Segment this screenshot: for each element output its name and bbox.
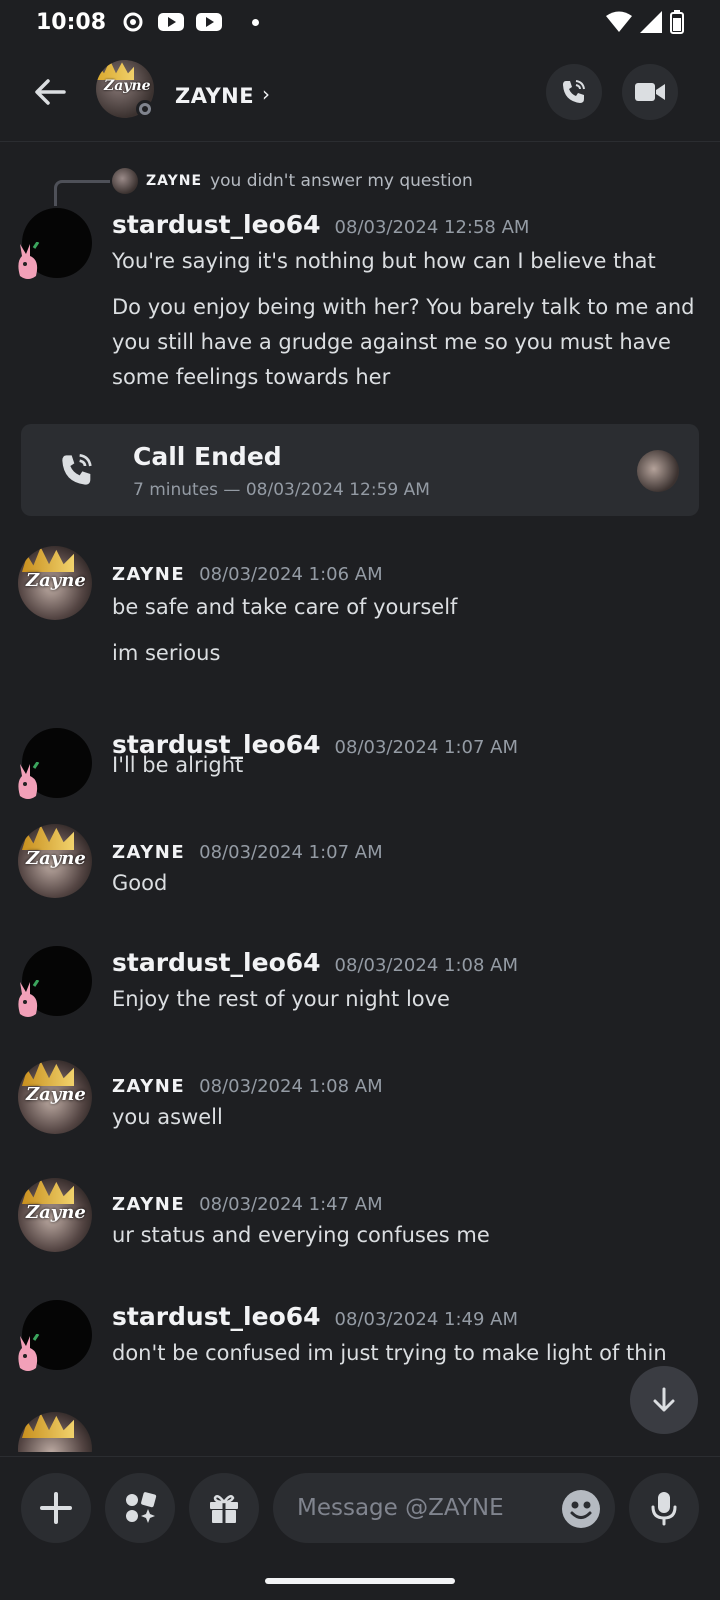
reply-author: ZAYNE [146, 173, 203, 189]
apps-icon [126, 1492, 157, 1523]
call-ended-card[interactable]: Call Ended 7 minutes — 08/03/2024 12:59 … [21, 424, 699, 516]
message-author[interactable]: stardust_leo64 [112, 1302, 321, 1331]
call-title: Call Ended [133, 442, 282, 471]
microphone-icon [651, 1492, 677, 1526]
add-attachment-button[interactable] [21, 1473, 91, 1543]
message-input[interactable] [297, 1495, 547, 1521]
bunny-badge-icon [18, 242, 40, 279]
chat-header: Zayne ZAYNE › [0, 44, 720, 142]
scroll-to-bottom-button[interactable] [630, 1366, 698, 1434]
gift-button[interactable] [189, 1473, 259, 1543]
zayne-avatar[interactable]: Zayne [18, 546, 92, 620]
reply-preview[interactable]: ZAYNE you didn't answer my question [112, 168, 473, 194]
message-timestamp: 08/03/2024 1:49 AM [334, 1309, 519, 1330]
video-camera-icon [635, 83, 665, 101]
bunny-badge-icon [18, 1334, 40, 1371]
crown-decoration [22, 1413, 74, 1438]
message-text: ur status and everying confuses me [112, 1223, 490, 1247]
message-timestamp: 08/03/2024 1:08 AM [334, 955, 519, 976]
message-author[interactable]: stardust_leo64 [112, 210, 321, 239]
plus-icon [40, 1492, 72, 1524]
notification-dot-icon [252, 18, 260, 26]
avatar-script-text: Zayne [104, 78, 151, 94]
battery-icon [670, 10, 684, 34]
reply-connector [54, 180, 110, 206]
gift-icon [210, 1494, 238, 1523]
message-author[interactable]: ZAYNE [112, 564, 185, 585]
gear-notification-icon [123, 12, 143, 32]
message-text: be safe and take care of yourself [112, 595, 458, 619]
video-call-button[interactable] [622, 64, 678, 120]
avatar-script-text: Zayne [26, 570, 86, 591]
message-author[interactable]: ZAYNE [112, 842, 185, 863]
call-subtitle: 7 minutes — 08/03/2024 12:59 AM [133, 480, 430, 500]
message-list[interactable]: ZAYNE you didn't answer my question star… [0, 142, 720, 1452]
crown-decoration [96, 60, 134, 80]
arrow-down-icon [653, 1387, 675, 1412]
apps-button[interactable] [105, 1473, 175, 1543]
message-author[interactable]: ZAYNE [112, 1194, 185, 1215]
message-composer [0, 1456, 720, 1566]
message-text: You're saying it's nothing but how can I… [112, 249, 656, 273]
phone-call-icon [62, 454, 92, 485]
youtube-icon [158, 13, 185, 31]
wifi-icon [606, 11, 632, 32]
zayne-avatar[interactable] [18, 1412, 92, 1452]
voice-call-button[interactable] [546, 64, 602, 120]
phone-call-icon [563, 80, 585, 103]
avatar-script-text: Zayne [26, 1202, 86, 1223]
avatar-script-text: Zayne [26, 848, 86, 869]
bunny-badge-icon [18, 980, 40, 1017]
message-author[interactable]: ZAYNE [112, 1076, 185, 1097]
status-bar: 10:08 [0, 0, 720, 44]
voice-message-button[interactable] [629, 1473, 699, 1543]
message-author[interactable]: stardust_leo64 [112, 948, 321, 977]
signal-icon [640, 11, 662, 33]
contact-name[interactable]: ZAYNE [175, 84, 254, 108]
reply-text: you didn't answer my question [210, 171, 473, 191]
message-timestamp: 08/03/2024 1:47 AM [199, 1194, 383, 1215]
reply-avatar [112, 168, 138, 194]
message-text: im serious [112, 641, 221, 665]
youtube-icon [196, 13, 223, 31]
message-input-field[interactable] [273, 1473, 615, 1543]
zayne-avatar[interactable]: Zayne [18, 1060, 92, 1134]
message-text: don't be confused im just trying to make… [112, 1341, 667, 1365]
message-timestamp: 08/03/2024 1:06 AM [199, 564, 383, 585]
message-timestamp: 08/03/2024 12:58 AM [334, 217, 530, 238]
message-text: Enjoy the rest of your night love [112, 987, 450, 1011]
emoji-icon[interactable] [561, 1489, 601, 1529]
message-timestamp: 08/03/2024 1:07 AM [199, 842, 383, 863]
call-participant-avatar [637, 450, 679, 492]
back-arrow-icon[interactable] [30, 72, 70, 112]
zayne-avatar[interactable]: Zayne [18, 824, 92, 898]
zayne-avatar[interactable]: Zayne [18, 1178, 92, 1252]
avatar-script-text: Zayne [26, 1084, 86, 1105]
message-text: Do you enjoy being with her? You barely … [112, 295, 695, 389]
message-text: you aswell [112, 1105, 223, 1129]
home-indicator[interactable] [265, 1578, 455, 1584]
chevron-right-icon[interactable]: › [262, 82, 270, 106]
crown-decoration [22, 1061, 74, 1086]
offline-status-icon [136, 100, 154, 118]
crown-decoration [22, 1179, 74, 1204]
message-text: I'll be alright [112, 753, 244, 777]
status-time: 10:08 [36, 9, 107, 35]
crown-decoration [22, 547, 74, 572]
message-text: Good [112, 871, 168, 895]
crown-decoration [22, 825, 74, 850]
bunny-badge-icon [18, 762, 40, 799]
message-timestamp: 08/03/2024 1:08 AM [199, 1076, 383, 1097]
